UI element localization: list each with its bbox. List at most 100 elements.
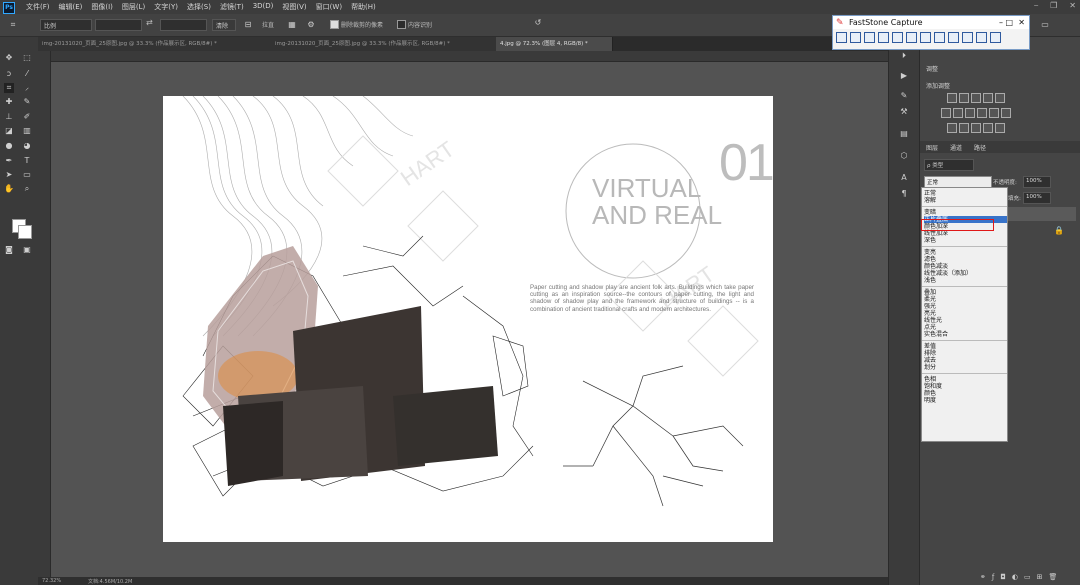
history-panel-icon[interactable]: ⏵ [899,51,909,61]
new-layer-icon[interactable]: ⊞ [1037,573,1043,581]
crop-tool-preset-icon[interactable]: ⌗ [8,20,18,30]
capture-fullscreen-icon[interactable] [892,32,903,43]
tab-document-2[interactable]: img-20131020_页面_25原图.jpg @ 33.3% (作品展示区,… [271,37,500,51]
fx-icon[interactable]: ƒ [992,573,994,581]
settings-gear-icon[interactable]: ⚙ [306,20,316,30]
crop-tool-icon[interactable]: ⌗ [4,83,14,93]
layer-kind-filter[interactable]: ρ 类型 [924,159,974,171]
mask-icon[interactable]: ◘ [1000,573,1006,581]
blend-option[interactable]: 浅色 [924,277,1007,284]
brush-tool-icon[interactable]: ✎ [22,97,32,107]
screen-recorder-icon[interactable] [948,32,959,43]
blend-option[interactable]: 颜色减淡 [924,263,1007,270]
menu-select[interactable]: 选择(S) [187,2,211,12]
clone-source-icon[interactable]: ▤ [899,129,909,139]
menu-window[interactable]: 窗口(W) [316,2,342,12]
overlay-grid-icon[interactable]: ▦ [287,20,297,30]
menu-edit[interactable]: 编辑(E) [59,2,83,12]
ratio-select[interactable]: 比例 [40,19,92,31]
tab-layers[interactable]: 图层 [926,143,938,152]
tab-paths[interactable]: 路径 [974,143,986,152]
capture-fixed-region-icon[interactable] [920,32,931,43]
adjustment-icons-row-1[interactable] [946,93,1006,105]
type-tool-icon[interactable]: T [22,156,32,166]
pen-tool-icon[interactable]: ✒ [4,156,14,166]
eraser-tool-icon[interactable]: ◪ [4,126,14,136]
capture-menu-icon[interactable] [934,32,945,43]
healing-brush-icon[interactable]: ✚ [4,97,14,107]
workspace-icon[interactable]: ▭ [1040,20,1050,30]
blend-option[interactable]: 线性加深 [924,230,1007,237]
blend-option[interactable]: 线性减淡（添加） [924,270,1007,277]
blend-option[interactable]: 实色混合 [924,331,1007,338]
blend-option[interactable]: 饱和度 [924,383,1007,390]
opacity-field[interactable]: 100% [1023,176,1051,188]
menu-layer[interactable]: 图层(L) [122,2,145,12]
menu-view[interactable]: 视图(V) [282,2,306,12]
paragraph-panel-icon[interactable]: ¶ [899,189,909,199]
blend-option[interactable]: 色相 [924,376,1007,383]
delete-cropped-checkbox[interactable] [330,20,339,29]
magic-wand-icon[interactable]: ⁄ [22,69,32,79]
zoom-level[interactable]: 72.32% [42,578,61,584]
faststone-minimize[interactable]: – [999,16,1003,29]
faststone-maximize[interactable]: □ [1005,16,1013,29]
gradient-tool-icon[interactable]: ▥ [22,126,32,136]
faststone-capture-window[interactable]: ✎ FastStone Capture – □ ✕ [832,15,1030,50]
blend-option[interactable]: 变亮 [924,249,1007,256]
adjustment-icons-row-2[interactable] [940,108,1012,120]
menu-file[interactable]: 文件(F) [26,2,50,12]
blend-option[interactable]: 颜色 [924,390,1007,397]
adjustment-layer-icon[interactable]: ◐ [1012,573,1018,581]
document-canvas[interactable]: 01 VIRTUAL AND REAL HART HART Paper cutt… [163,96,773,542]
blend-option[interactable]: 溶解 [924,197,1007,204]
restore-button[interactable]: ❐ [1050,1,1057,11]
reset-icon[interactable]: ↺ [533,18,543,28]
blend-option[interactable]: 差值 [924,343,1007,350]
history-brush-icon[interactable]: ✐ [22,112,32,122]
screen-mode-icon[interactable]: ▣ [22,245,32,255]
3d-panel-icon[interactable]: ⬡ [899,151,909,161]
blur-tool-icon[interactable]: ● [4,141,14,151]
hand-tool-icon[interactable]: ✋ [4,184,14,194]
quick-mask-icon[interactable]: ◙ [4,245,14,255]
blend-option[interactable]: 点光 [924,324,1007,331]
background-color-swatch[interactable] [18,225,32,239]
blend-option[interactable]: 叠加 [924,289,1007,296]
tab-document-1[interactable]: img-20131020_页面_25原图.jpg @ 33.3% (作品展示区,… [38,37,275,51]
zoom-tool-icon[interactable]: ⌕ [22,184,32,194]
tool-preset-icon[interactable]: ⚒ [899,107,909,117]
tab-document-3[interactable]: 4.jpg @ 72.3% (图层 4, RGB/8) * [496,37,613,51]
blend-option[interactable]: 亮光 [924,310,1007,317]
menu-3d[interactable]: 3D(D) [253,2,274,12]
blend-option[interactable]: 滤色 [924,256,1007,263]
blend-option[interactable]: 正常 [924,190,1007,197]
adjustment-icons-row-3[interactable] [946,123,1006,135]
tab-channels[interactable]: 通道 [950,143,962,152]
capture-window-object-icon[interactable] [850,32,861,43]
fill-field[interactable]: 100% [1023,192,1051,204]
blend-option[interactable]: 划分 [924,364,1007,371]
blend-option[interactable]: 强光 [924,303,1007,310]
close-button[interactable]: ✕ [1069,1,1076,11]
brush-panel-icon[interactable]: ✎ [899,91,909,101]
stamp-tool-icon[interactable]: ⊥ [4,112,14,122]
blend-option[interactable]: 线性光 [924,317,1007,324]
blend-option[interactable]: 变暗 [924,209,1007,216]
blend-option[interactable]: 减去 [924,357,1007,364]
menu-type[interactable]: 文字(Y) [154,2,178,12]
menu-filter[interactable]: 滤镜(T) [220,2,244,12]
faststone-close[interactable]: ✕ [1018,16,1025,29]
capture-freehand-icon[interactable] [878,32,889,43]
menu-help[interactable]: 帮助(H) [351,2,376,12]
move-tool-icon[interactable]: ✥ [4,53,14,63]
minimize-button[interactable]: ⎯ [1034,1,1038,11]
path-select-icon[interactable]: ➤ [4,170,14,180]
capture-rectangle-icon[interactable] [864,32,875,43]
rectangle-tool-icon[interactable]: ▭ [22,170,32,180]
content-aware-checkbox[interactable] [397,20,406,29]
blend-option[interactable]: 明度 [924,397,1007,404]
width-field[interactable] [95,19,142,31]
capture-active-window-icon[interactable] [836,32,847,43]
swap-icon[interactable]: ⇄ [146,18,153,27]
